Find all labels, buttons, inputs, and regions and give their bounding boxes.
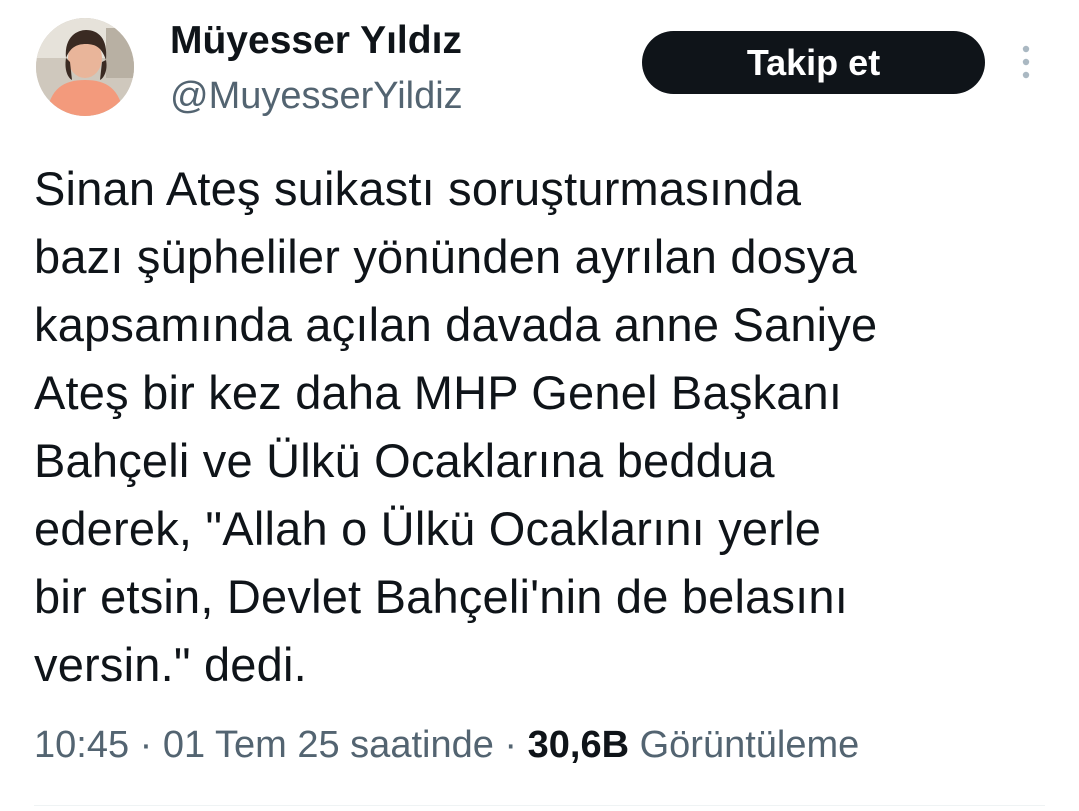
tweet-card: Müyesser Yıldız @MuyesserYildiz Takip et… (0, 0, 1079, 811)
author-handle[interactable]: @MuyesserYildiz (170, 74, 463, 118)
avatar[interactable] (36, 18, 134, 116)
meta-separator: · (139, 724, 153, 766)
views-label: Görüntüleme (639, 724, 860, 766)
tweet-time[interactable]: 10:45 (34, 724, 129, 766)
follow-button[interactable]: Takip et (642, 31, 985, 94)
meta-separator: · (504, 724, 518, 766)
tweet-date[interactable]: 01 Tem 25 saatinde (163, 724, 494, 766)
tweet-metadata: 10:45 · 01 Tem 25 saatinde · 30,6B Görün… (34, 720, 859, 770)
divider (34, 805, 1045, 806)
author-display-name[interactable]: Müyesser Yıldız (170, 18, 462, 64)
profile-photo-icon (36, 18, 134, 116)
tweet-text: Sinan Ateş suikastı soruşturmasında bazı… (34, 162, 878, 691)
views-count: 30,6B (527, 724, 630, 766)
more-vertical-icon[interactable] (1016, 42, 1036, 82)
